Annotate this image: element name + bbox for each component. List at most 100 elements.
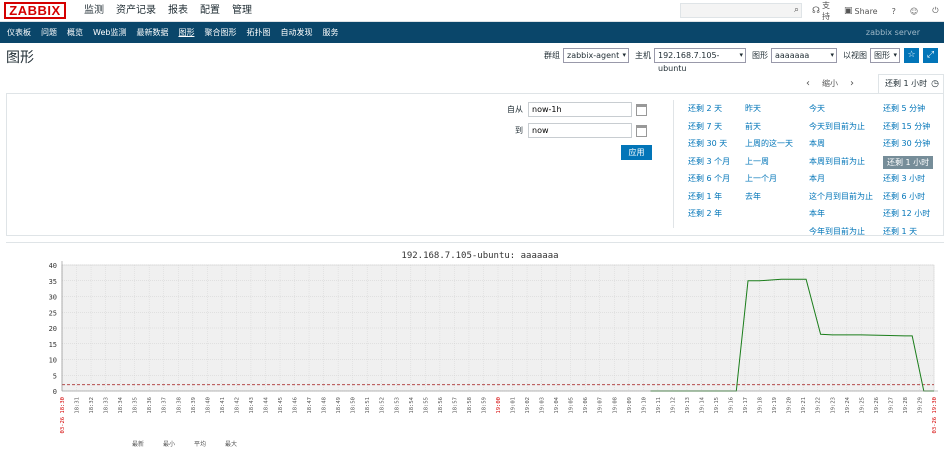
x-tick-label: 19:05 bbox=[569, 397, 575, 414]
quick-range-link[interactable]: 还剩 2 天 bbox=[688, 103, 730, 121]
x-tick-label: 19:26 bbox=[874, 397, 880, 414]
quick-range-link[interactable]: 这个月到目前为止 bbox=[809, 191, 873, 209]
x-tick-label: 18:59 bbox=[481, 397, 487, 414]
quick-range-link[interactable]: 去年 bbox=[745, 191, 793, 209]
panel-divider bbox=[673, 100, 674, 228]
chevron-right-icon[interactable]: › bbox=[844, 78, 860, 89]
support-link[interactable]: ☊ 支持 bbox=[812, 0, 830, 22]
x-tick-label: 19:04 bbox=[554, 396, 560, 413]
x-tick-label: 18:44 bbox=[263, 396, 269, 413]
x-tick-label: 18:40 bbox=[205, 397, 211, 414]
x-tick-label: 19:00 bbox=[496, 397, 502, 414]
x-tick-label: 18:54 bbox=[409, 396, 415, 413]
quick-range-link[interactable]: 上一周 bbox=[745, 156, 793, 174]
menu-reports[interactable]: 报表 bbox=[162, 0, 194, 22]
fullscreen-icon[interactable]: ⤢ bbox=[923, 48, 938, 63]
zabbix-logo[interactable]: ZABBIX bbox=[4, 2, 66, 19]
submenu-web[interactable]: Web监测 bbox=[88, 22, 131, 43]
x-tick-label: 18:50 bbox=[351, 397, 357, 414]
quick-range-link[interactable]: 还剩 1 天 bbox=[883, 226, 933, 244]
submenu-latest-data[interactable]: 最新数据 bbox=[131, 22, 173, 43]
share-icon: ▣ bbox=[844, 6, 853, 16]
zoom-out-button[interactable]: 缩小 bbox=[816, 78, 844, 89]
submenu-maps[interactable]: 拓扑图 bbox=[241, 22, 275, 43]
host-select[interactable]: 192.168.7.105-ubuntu ▾ bbox=[654, 48, 746, 73]
quick-range-link[interactable]: 本周 bbox=[809, 138, 873, 156]
user-profile-icon[interactable]: ☺ bbox=[910, 7, 918, 16]
search-icon[interactable]: ⌕ bbox=[794, 5, 799, 15]
quick-range-link[interactable]: 上一个月 bbox=[745, 173, 793, 191]
chevron-down-icon: ▾ bbox=[739, 51, 743, 59]
favorite-star-icon[interactable]: ☆ bbox=[904, 48, 919, 63]
quick-range-link[interactable]: 今天 bbox=[809, 103, 873, 121]
submenu-problems[interactable]: 问题 bbox=[36, 22, 62, 43]
quick-range-link[interactable]: 本年 bbox=[809, 208, 873, 226]
quick-range-link[interactable]: 本周到目前为止 bbox=[809, 156, 873, 174]
from-input[interactable] bbox=[528, 102, 632, 117]
quick-range-link[interactable]: 还剩 15 分钟 bbox=[883, 121, 933, 139]
view-select[interactable]: 图形 ▾ bbox=[870, 48, 900, 63]
x-tick-label: 19:28 bbox=[903, 397, 909, 414]
quick-range-link[interactable]: 还剩 5 分钟 bbox=[883, 103, 933, 121]
x-tick-label: 19:22 bbox=[816, 397, 822, 414]
share-label: Share bbox=[854, 6, 878, 16]
apply-button[interactable]: 应用 bbox=[621, 145, 652, 160]
graph-filters: 群组 zabbix-agent ▾ 主机 192.168.7.105-ubuntu… bbox=[538, 48, 938, 73]
x-tick-label: 18:32 bbox=[89, 397, 95, 414]
y-tick-label: 20 bbox=[49, 325, 57, 333]
quick-range-link[interactable]: 还剩 30 分钟 bbox=[883, 138, 933, 156]
submenu-overview[interactable]: 概览 bbox=[62, 22, 88, 43]
graph-select[interactable]: aaaaaaa ▾ bbox=[771, 48, 837, 63]
menu-inventory[interactable]: 资产记录 bbox=[110, 0, 162, 22]
submenu-graphs[interactable]: 图形 bbox=[173, 22, 199, 43]
quick-range-link[interactable]: 今天到目前为止 bbox=[809, 121, 873, 139]
quick-range-link[interactable]: 还剩 7 天 bbox=[688, 121, 730, 139]
x-tick-label: 18:46 bbox=[293, 397, 299, 414]
to-input[interactable] bbox=[528, 123, 632, 138]
graph-label: 图形 bbox=[752, 51, 768, 60]
submenu-services[interactable]: 服务 bbox=[317, 22, 343, 43]
chevron-left-icon[interactable]: ‹ bbox=[800, 78, 816, 89]
search-input[interactable] bbox=[681, 4, 791, 17]
quick-range-link[interactable]: 还剩 1 年 bbox=[688, 191, 730, 209]
x-tick-label: 18:43 bbox=[249, 397, 255, 414]
quick-range-link[interactable]: 还剩 30 天 bbox=[688, 138, 730, 156]
x-tick-label: 18:38 bbox=[176, 397, 182, 414]
submenu-screens[interactable]: 聚合图形 bbox=[199, 22, 241, 43]
calendar-icon[interactable] bbox=[636, 124, 647, 137]
menu-monitoring[interactable]: 监测 bbox=[78, 0, 110, 22]
share-link[interactable]: ▣ Share bbox=[844, 6, 878, 16]
quick-range-link[interactable]: 本月 bbox=[809, 173, 873, 191]
x-tick-label: 18:57 bbox=[452, 397, 458, 414]
x-tick-label: 19:15 bbox=[714, 397, 720, 414]
quick-range-link[interactable]: 昨天 bbox=[745, 103, 793, 121]
quick-range-link[interactable]: 今年到目前为止 bbox=[809, 226, 873, 244]
submenu-discovery[interactable]: 自动发现 bbox=[275, 22, 317, 43]
x-tick-label: 18:37 bbox=[162, 397, 168, 414]
menu-configuration[interactable]: 配置 bbox=[194, 0, 226, 22]
time-period-tab[interactable]: 还剩 1 小时 ◷ bbox=[878, 74, 944, 94]
quick-range-link[interactable]: 还剩 6 小时 bbox=[883, 191, 933, 209]
quick-range-column-4: 还剩 5 分钟 还剩 15 分钟 还剩 30 分钟 还剩 1 小时 还剩 3 小… bbox=[883, 103, 934, 244]
group-select[interactable]: zabbix-agent ▾ bbox=[563, 48, 629, 63]
quick-range-link[interactable]: 前天 bbox=[745, 121, 793, 139]
quick-range-link[interactable]: 还剩 3 个月 bbox=[688, 156, 730, 174]
host-label: 主机 bbox=[635, 51, 651, 60]
quick-range-link[interactable]: 还剩 12 小时 bbox=[883, 208, 933, 226]
menu-administration[interactable]: 管理 bbox=[226, 0, 258, 22]
time-period-label: 还剩 1 小时 bbox=[885, 79, 928, 88]
view-value: 图形 bbox=[874, 51, 890, 60]
quick-range-selected[interactable]: 还剩 1 小时 bbox=[883, 155, 934, 169]
submenu-dashboard[interactable]: 仪表板 bbox=[2, 22, 36, 43]
quick-range-link[interactable]: 还剩 2 年 bbox=[688, 208, 730, 226]
quick-range-link[interactable]: 上周的这一天 bbox=[745, 138, 793, 156]
quick-range-link[interactable]: 还剩 3 小时 bbox=[883, 173, 933, 191]
x-tick-label: 18:41 bbox=[220, 397, 226, 414]
help-link[interactable]: ? bbox=[892, 7, 896, 16]
calendar-icon[interactable] bbox=[636, 103, 647, 116]
quick-range-link[interactable]: 还剩 6 个月 bbox=[688, 173, 730, 191]
logout-icon[interactable]: ⏻ bbox=[932, 6, 938, 16]
x-tick-label: 18:39 bbox=[191, 397, 197, 414]
x-tick-label: 19:17 bbox=[743, 397, 749, 414]
graph-chart[interactable]: 192.168.7.105-ubuntu: aaaaaaa 0 5 10 15 20 25… bbox=[6, 243, 944, 456]
